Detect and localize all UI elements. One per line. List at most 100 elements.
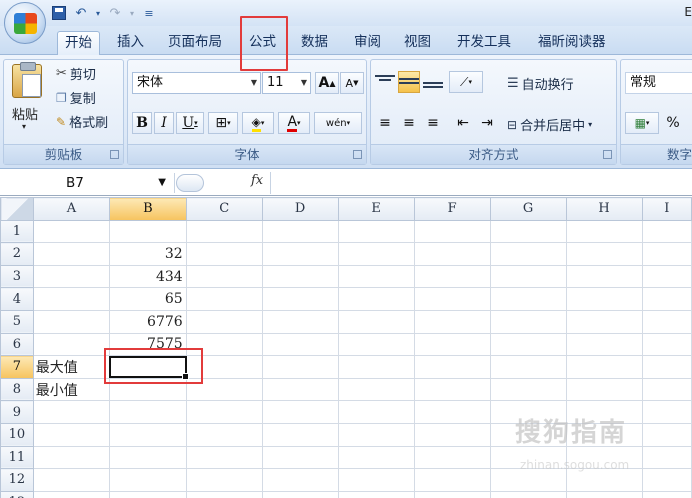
name-box[interactable]: B7 ▼ xyxy=(0,172,172,194)
cell[interactable] xyxy=(413,264,491,289)
tab-view[interactable]: 视图 xyxy=(404,31,431,55)
cell[interactable] xyxy=(565,242,643,266)
cell[interactable] xyxy=(413,242,491,266)
wrap-text-button[interactable]: ☰ 自动换行 xyxy=(507,74,574,93)
align-right-button[interactable]: ≡ xyxy=(422,112,444,134)
column-header-b[interactable]: B xyxy=(109,197,187,221)
cell[interactable] xyxy=(641,332,692,357)
cell-b8[interactable] xyxy=(109,377,187,402)
underline-button[interactable]: U ▾ xyxy=(176,112,204,134)
row-header[interactable]: 3 xyxy=(0,264,34,289)
bottom-align-button[interactable] xyxy=(422,71,444,93)
cell[interactable] xyxy=(413,377,491,402)
cell[interactable] xyxy=(413,355,491,379)
cell[interactable] xyxy=(185,490,263,498)
cell[interactable] xyxy=(261,309,339,334)
cell[interactable] xyxy=(489,242,567,266)
cell-b5[interactable]: 6776 xyxy=(109,309,187,334)
font-color-button[interactable]: A ▾ xyxy=(278,112,310,134)
cell[interactable] xyxy=(337,490,415,498)
column-header-c[interactable]: C xyxy=(185,197,263,221)
cell[interactable] xyxy=(413,219,491,244)
top-align-button[interactable] xyxy=(374,71,396,93)
cell[interactable] xyxy=(641,468,692,492)
office-button[interactable] xyxy=(4,2,46,44)
cell[interactable] xyxy=(641,264,692,289)
cell[interactable] xyxy=(337,332,415,357)
cell[interactable] xyxy=(641,377,692,402)
row-header[interactable]: 11 xyxy=(0,445,34,470)
bold-button[interactable]: B xyxy=(132,112,152,134)
borders-button[interactable]: ⊞ ▾ xyxy=(208,112,238,134)
cell[interactable] xyxy=(641,445,692,470)
cell[interactable] xyxy=(337,377,415,402)
row-header[interactable]: 10 xyxy=(0,422,34,447)
tab-data[interactable]: 数据 xyxy=(301,31,328,55)
cell[interactable] xyxy=(489,264,567,289)
middle-align-button[interactable] xyxy=(398,71,420,93)
cell[interactable] xyxy=(261,422,339,447)
cell[interactable] xyxy=(565,332,643,357)
cell[interactable] xyxy=(413,490,491,498)
cell[interactable] xyxy=(185,445,263,470)
cell[interactable] xyxy=(337,468,415,492)
cell[interactable] xyxy=(261,468,339,492)
cell[interactable] xyxy=(185,377,263,402)
tab-formulas[interactable]: 公式 xyxy=(249,31,276,55)
cell[interactable] xyxy=(185,355,263,379)
cell-b10[interactable] xyxy=(109,422,187,447)
column-header-i[interactable]: I xyxy=(641,197,692,221)
cell-b6[interactable]: 7575 xyxy=(109,332,187,357)
cell[interactable] xyxy=(413,445,491,470)
fill-color-button[interactable]: ◈ ▾ xyxy=(242,112,274,134)
font-size-select[interactable]: 11 ▼ xyxy=(262,72,311,94)
cell[interactable] xyxy=(261,355,339,379)
cell-a4[interactable] xyxy=(32,287,111,311)
font-launcher-icon[interactable] xyxy=(353,150,362,159)
cell-b1[interactable] xyxy=(109,219,187,244)
cell-b3[interactable]: 434 xyxy=(109,264,187,289)
cell[interactable] xyxy=(489,377,567,402)
formula-input[interactable] xyxy=(270,172,692,194)
merge-center-button[interactable]: ⊟ 合并后居中 ▾ xyxy=(507,115,592,135)
cell-b12[interactable] xyxy=(109,468,187,492)
column-header-e[interactable]: E xyxy=(337,197,415,221)
cell[interactable] xyxy=(413,332,491,357)
cell[interactable] xyxy=(337,242,415,266)
row-header[interactable]: 9 xyxy=(0,400,34,424)
cell[interactable] xyxy=(337,287,415,311)
cell[interactable] xyxy=(489,332,567,357)
clipboard-launcher-icon[interactable] xyxy=(110,150,119,159)
accounting-format-button[interactable]: ▦ ▾ xyxy=(625,112,659,134)
tab-developer[interactable]: 开发工具 xyxy=(457,31,511,55)
align-center-button[interactable]: ≡ xyxy=(398,112,420,134)
row-header[interactable]: 6 xyxy=(0,332,34,357)
grow-font-button[interactable]: A ▲ xyxy=(315,72,339,94)
cell[interactable] xyxy=(641,309,692,334)
cell[interactable] xyxy=(641,400,692,424)
cell[interactable] xyxy=(261,332,339,357)
row-header[interactable]: 8 xyxy=(0,377,34,402)
cut-button[interactable]: ✂ 剪切 xyxy=(56,64,96,83)
cell[interactable] xyxy=(185,468,263,492)
italic-button[interactable]: I xyxy=(154,112,174,134)
cell[interactable] xyxy=(489,309,567,334)
alignment-launcher-icon[interactable] xyxy=(603,150,612,159)
tab-insert[interactable]: 插入 xyxy=(117,31,144,55)
cell-a10[interactable] xyxy=(32,422,111,447)
row-header[interactable]: 13 xyxy=(0,490,34,498)
cell[interactable] xyxy=(641,490,692,498)
cell[interactable] xyxy=(489,219,567,244)
cell[interactable] xyxy=(489,355,567,379)
cell-a2[interactable] xyxy=(32,242,111,266)
cell[interactable] xyxy=(413,422,491,447)
cell-a5[interactable] xyxy=(32,309,111,334)
redo-dropdown-icon[interactable]: ▾ xyxy=(128,4,136,22)
cell[interactable] xyxy=(185,287,263,311)
cell[interactable] xyxy=(185,264,263,289)
tab-page-layout[interactable]: 页面布局 xyxy=(168,31,222,55)
cell[interactable] xyxy=(337,400,415,424)
cell[interactable] xyxy=(261,377,339,402)
cell[interactable] xyxy=(565,490,643,498)
cell[interactable] xyxy=(261,287,339,311)
